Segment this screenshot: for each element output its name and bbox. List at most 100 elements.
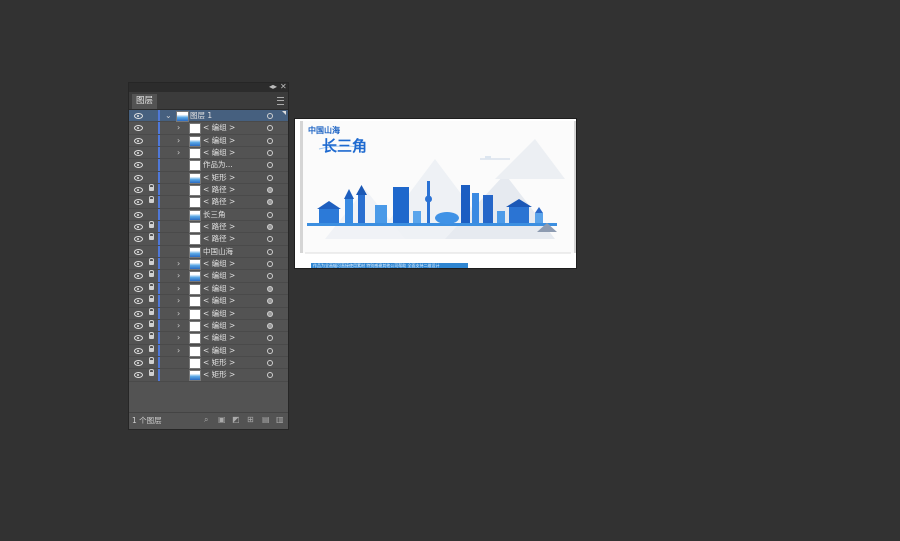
chevron-right-icon[interactable]: › [177, 270, 180, 282]
target-circle-icon[interactable] [267, 261, 273, 268]
layer-name[interactable]: < 编组 > [203, 345, 235, 357]
chevron-right-icon[interactable]: › [177, 345, 180, 357]
layer-name[interactable]: < 编组 > [203, 147, 235, 159]
target-circle-icon[interactable] [267, 199, 273, 206]
target-circle-icon[interactable] [267, 211, 273, 218]
target-circle-icon[interactable] [267, 359, 273, 366]
visibility-eye-icon[interactable] [134, 174, 143, 181]
lock-icon[interactable] [149, 295, 154, 303]
lock-icon[interactable] [149, 332, 154, 340]
layer-name[interactable]: < 编组 > [203, 283, 235, 295]
layer-name[interactable]: < 矩形 > [203, 357, 235, 369]
layer-row[interactable]: < 矩形 > [129, 356, 288, 370]
target-circle-icon[interactable] [267, 137, 273, 144]
layer-name[interactable]: < 编组 > [203, 270, 235, 282]
target-circle-icon[interactable] [267, 150, 273, 157]
lock-icon[interactable] [149, 319, 154, 327]
visibility-eye-icon[interactable] [134, 372, 143, 379]
layer-name[interactable]: < 编组 > [203, 122, 235, 134]
layer-row-top[interactable]: ⌄ 图层 1 [129, 110, 288, 123]
layer-row[interactable]: < 路径 > [129, 233, 288, 246]
visibility-eye-icon[interactable] [134, 236, 143, 243]
target-circle-icon[interactable] [267, 248, 273, 255]
trash-icon[interactable]: ▥ [276, 416, 284, 424]
lock-icon[interactable] [149, 233, 154, 241]
layer-row[interactable]: < 路径 > [129, 184, 288, 197]
target-circle-icon[interactable] [267, 174, 273, 181]
target-circle-icon[interactable] [267, 224, 273, 231]
visibility-eye-icon[interactable] [134, 162, 143, 169]
make-clipping-mask-icon[interactable]: ◩ [232, 416, 240, 424]
target-circle-icon[interactable] [267, 285, 273, 292]
chevron-right-icon[interactable]: › [177, 147, 180, 159]
target-circle-icon[interactable] [267, 310, 273, 317]
target-circle-icon[interactable] [267, 335, 273, 342]
layer-row[interactable]: < 路径 > [129, 196, 288, 209]
lock-icon[interactable] [149, 184, 154, 192]
layer-name[interactable]: 图层 1 [190, 110, 212, 122]
visibility-eye-icon[interactable] [134, 322, 143, 329]
chevron-right-icon[interactable]: › [177, 332, 180, 344]
chevron-right-icon[interactable]: › [177, 308, 180, 320]
visibility-eye-icon[interactable] [134, 199, 143, 206]
visibility-eye-icon[interactable] [134, 347, 143, 354]
artboard[interactable]: 中国山海 长三角 作品为全画幅可直接使用素材 特别感谢其他公司帮助 全面支持二维… [294, 118, 577, 269]
layer-row[interactable]: < 矩形 > [129, 171, 288, 185]
visibility-eye-icon[interactable] [134, 137, 143, 144]
layer-row[interactable]: › < 编组 > [129, 307, 288, 320]
lock-icon[interactable] [149, 344, 154, 352]
layer-row[interactable]: › < 编组 > [129, 332, 288, 345]
target-circle-icon[interactable] [267, 347, 273, 354]
layer-name[interactable]: 长三角 [203, 209, 226, 221]
visibility-eye-icon[interactable] [134, 224, 143, 231]
visibility-eye-icon[interactable] [134, 187, 143, 194]
layer-row[interactable]: › < 编组 > [129, 134, 288, 148]
target-circle-icon[interactable] [267, 322, 273, 329]
search-icon[interactable]: ⌕ [204, 416, 212, 424]
visibility-eye-icon[interactable] [134, 150, 143, 157]
new-sublayer-icon[interactable]: ⊞ [247, 416, 255, 424]
visibility-eye-icon[interactable] [134, 335, 143, 342]
layer-name[interactable]: < 路径 > [203, 221, 235, 233]
layer-name[interactable]: < 编组 > [203, 135, 235, 147]
lock-icon[interactable] [149, 307, 154, 315]
visibility-eye-icon[interactable] [134, 359, 143, 366]
layer-row[interactable]: 作品为... [129, 159, 288, 172]
layer-name[interactable]: < 矩形 > [203, 172, 235, 184]
target-circle-icon[interactable] [267, 113, 273, 119]
layer-name[interactable]: 作品为... [203, 159, 233, 171]
layer-name[interactable]: < 路径 > [203, 196, 235, 208]
layer-name[interactable]: < 编组 > [203, 295, 235, 307]
visibility-eye-icon[interactable] [134, 248, 143, 255]
layer-name[interactable]: < 编组 > [203, 320, 235, 332]
target-circle-icon[interactable] [267, 236, 273, 243]
chevron-right-icon[interactable]: › [177, 135, 180, 147]
target-circle-icon[interactable] [267, 162, 273, 169]
layer-row[interactable]: › < 编组 > [129, 319, 288, 333]
tab-layers[interactable]: 图层 [132, 94, 158, 109]
visibility-eye-icon[interactable] [134, 211, 143, 218]
layer-row[interactable]: › < 编组 > [129, 282, 288, 296]
target-circle-icon[interactable] [267, 187, 273, 194]
layer-row[interactable]: < 矩形 > [129, 369, 288, 382]
layer-name[interactable]: 中国山海 [203, 246, 233, 258]
panel-menu-icon[interactable] [277, 97, 284, 105]
layer-row[interactable]: › < 编组 > [129, 270, 288, 283]
layer-row[interactable]: 长三角 [129, 208, 288, 222]
chevron-right-icon[interactable]: › [177, 283, 180, 295]
layer-row[interactable]: › < 编组 > [129, 122, 288, 135]
target-circle-icon[interactable] [267, 273, 273, 280]
visibility-eye-icon[interactable] [134, 261, 143, 268]
layer-row[interactable]: › < 编组 > [129, 258, 288, 271]
layer-name[interactable]: < 路径 > [203, 184, 235, 196]
lock-icon[interactable] [149, 369, 154, 377]
layer-name[interactable]: < 路径 > [203, 233, 235, 245]
layer-row[interactable]: < 路径 > [129, 221, 288, 234]
visibility-eye-icon[interactable] [134, 125, 143, 132]
layer-row[interactable]: › < 编组 > [129, 295, 288, 308]
chevron-right-icon[interactable]: › [177, 295, 180, 307]
chevron-right-icon[interactable]: › [177, 320, 180, 332]
lock-icon[interactable] [149, 258, 154, 266]
layer-name[interactable]: < 编组 > [203, 332, 235, 344]
target-circle-icon[interactable] [267, 372, 273, 379]
